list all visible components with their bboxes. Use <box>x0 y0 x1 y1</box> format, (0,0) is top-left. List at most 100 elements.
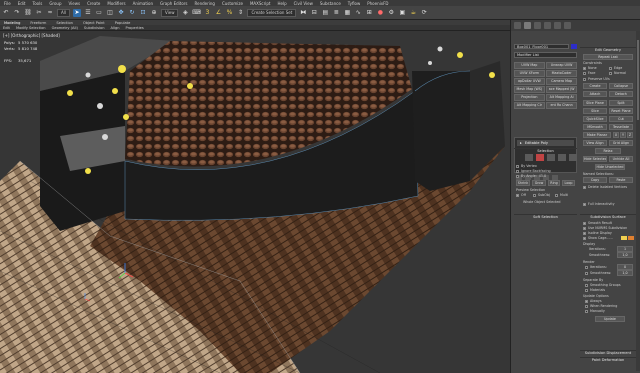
msmooth-button[interactable]: MSmooth <box>583 124 607 130</box>
layer-explorer-icon[interactable]: ≣ <box>332 9 340 17</box>
soft-selection-rollout-header[interactable]: Soft Selection <box>514 214 577 219</box>
by-vertex-checkbox[interactable]: By Vertex <box>516 164 537 168</box>
menu-rendering[interactable]: Rendering <box>195 1 215 6</box>
menu-graph-editors[interactable]: Graph Editors <box>160 1 187 6</box>
planar-y-button[interactable]: Y <box>620 132 626 138</box>
element-level-icon[interactable] <box>569 154 577 161</box>
select-by-name-icon[interactable]: ☰ <box>84 9 92 17</box>
menu-maxscript[interactable]: MAXScript <box>250 1 271 6</box>
preserve-uvs-checkbox[interactable]: Preserve UVs <box>583 77 610 81</box>
border-level-icon[interactable] <box>547 154 555 161</box>
modifier-button[interactable]: UVW XForm <box>514 70 545 77</box>
render-production-icon[interactable]: ☕ <box>409 9 417 17</box>
tab-object-paint[interactable]: Object Paint <box>83 21 105 25</box>
materials-checkbox[interactable]: Materials <box>585 288 605 292</box>
edge-level-icon[interactable] <box>536 154 544 161</box>
grow-button[interactable]: Grow <box>532 180 546 186</box>
by-angle-value[interactable]: 45.0 <box>539 174 546 178</box>
toggle-ribbon-icon[interactable]: ▦ <box>343 9 351 17</box>
cage-color-1-swatch[interactable] <box>621 236 627 240</box>
modifier-button[interactable]: ent Ro Chann <box>546 102 577 109</box>
percent-snap-icon[interactable]: % <box>225 9 233 17</box>
menu-modifiers[interactable]: Modifiers <box>107 1 125 6</box>
placement-icon[interactable]: ⊕ <box>150 9 158 17</box>
planar-x-button[interactable]: X <box>613 132 619 138</box>
tessellate-button[interactable]: Tessellate <box>609 124 633 130</box>
select-rotate-icon[interactable]: ↻ <box>128 9 136 17</box>
ribbon-edit[interactable]: Edit <box>3 26 10 30</box>
object-color-swatch[interactable] <box>571 44 577 49</box>
vertex-level-icon[interactable] <box>525 154 533 161</box>
update-when-rendering-radio[interactable]: When Rendering <box>585 304 617 308</box>
ring-button[interactable]: Ring <box>548 180 560 186</box>
render-iterative-icon[interactable]: ⟳ <box>420 9 428 17</box>
use-nurms-checkbox[interactable]: Use NURMS Subdivision <box>583 226 627 230</box>
ribbon-modify-selection[interactable]: Modify Selection <box>16 26 46 30</box>
menu-tools[interactable]: Tools <box>32 1 42 6</box>
cut-button[interactable]: Cut <box>609 116 633 122</box>
modifier-button[interactable]: Camera Map <box>546 78 577 85</box>
attach-button[interactable]: Attach <box>583 91 607 97</box>
create-button[interactable]: Create <box>583 83 607 89</box>
split-checkbox[interactable]: Split <box>609 100 633 106</box>
render-smoothness-checkbox[interactable]: Smoothness: <box>585 271 611 275</box>
planar-z-button[interactable]: Z <box>627 132 633 138</box>
paste-button[interactable]: Paste <box>609 177 633 183</box>
pivot-center-icon[interactable]: ◈ <box>181 9 189 17</box>
stack-item-editable-poly[interactable]: ▸ Editable Poly <box>517 140 574 146</box>
menu-edit[interactable]: Edit <box>18 1 26 6</box>
paint-deformation-rollout-header[interactable]: Paint Deformation <box>580 357 636 362</box>
snaps-toggle-icon[interactable]: 3 <box>203 9 211 17</box>
detach-button[interactable]: Detach <box>609 91 633 97</box>
reference-coordinate-dropdown[interactable]: View <box>160 8 179 17</box>
update-always-radio[interactable]: Always <box>585 299 602 303</box>
modifier-list-dropdown[interactable]: Modifier List <box>514 52 577 58</box>
viewport-orthographic[interactable]: [+] [Orthographic] [Shaded] Polys: 5 570 … <box>0 31 510 373</box>
subdivision-surface-rollout-header[interactable]: Subdivision Surface <box>580 214 636 219</box>
ribbon-properties[interactable]: Properties <box>126 26 144 30</box>
update-manually-radio[interactable]: Manually <box>585 309 605 313</box>
menu-create[interactable]: Create <box>87 1 100 6</box>
undo-icon[interactable]: ↶ <box>2 9 10 17</box>
rendered-frame-window-icon[interactable]: ▣ <box>398 9 406 17</box>
ribbon-align[interactable]: Align <box>111 26 120 30</box>
selection-filter-dropdown[interactable]: All <box>57 8 70 17</box>
by-angle-checkbox[interactable]: By Angle: 45.0 <box>516 174 546 178</box>
spinner-snap-icon[interactable]: ⇕ <box>236 9 244 17</box>
selection-rollout-header[interactable]: Selection <box>514 148 577 153</box>
ignore-backfacing-checkbox[interactable]: Ignore Backfacing <box>516 169 551 173</box>
redo-icon[interactable]: ↷ <box>13 9 21 17</box>
utilities-tab-icon[interactable] <box>564 22 571 29</box>
smooth-result-checkbox[interactable]: Smooth Result <box>583 221 612 225</box>
mirror-icon[interactable]: ⧓ <box>299 9 307 17</box>
modifier-button[interactable]: ace Mapped (W <box>546 86 577 93</box>
modifier-button[interactable]: apDollar UVW <box>514 78 545 85</box>
render-setup-icon[interactable]: ⚙ <box>387 9 395 17</box>
delete-isolated-checkbox[interactable]: Delete Isolated Vertices <box>583 185 627 189</box>
smoothing-groups-checkbox[interactable]: Smoothing Groups <box>585 283 621 287</box>
modifier-button[interactable]: Mesh Map (WS) <box>514 86 545 93</box>
grid-align-button[interactable]: Grid Align <box>609 140 633 146</box>
select-object-icon[interactable]: ➤ <box>72 8 81 17</box>
view-align-button[interactable]: View Align <box>583 140 607 146</box>
constraint-face-radio[interactable]: Face <box>583 71 595 75</box>
modifier-button[interactable]: UVW Map <box>514 62 545 69</box>
unhide-all-button[interactable]: Unhide All <box>609 156 633 162</box>
preview-off-radio[interactable]: Off <box>516 193 526 197</box>
modify-tab-icon[interactable] <box>524 22 531 29</box>
modifier-button[interactable]: MaxtoCoder <box>546 70 577 77</box>
select-scale-icon[interactable]: ⊡ <box>139 9 147 17</box>
named-selection-sets-dropdown[interactable]: Create Selection Set <box>247 8 297 17</box>
copy-button[interactable]: Copy <box>583 177 607 183</box>
motion-tab-icon[interactable] <box>544 22 551 29</box>
menu-animation[interactable]: Animation <box>133 1 153 6</box>
preview-subobj-radio[interactable]: SubObj <box>533 193 550 197</box>
menu-help[interactable]: Help <box>277 1 286 6</box>
preview-multi-radio[interactable]: Multi <box>555 193 568 197</box>
show-cage-checkbox[interactable]: Show Cage...... <box>583 236 613 240</box>
full-interactivity-checkbox[interactable]: Full Interactivity <box>583 202 615 206</box>
menu-customize[interactable]: Customize <box>222 1 243 6</box>
constraint-none-radio[interactable]: None <box>583 66 597 70</box>
display-smoothness-spinner[interactable]: 1,0 <box>617 252 633 258</box>
update-button[interactable]: Update <box>595 316 625 322</box>
